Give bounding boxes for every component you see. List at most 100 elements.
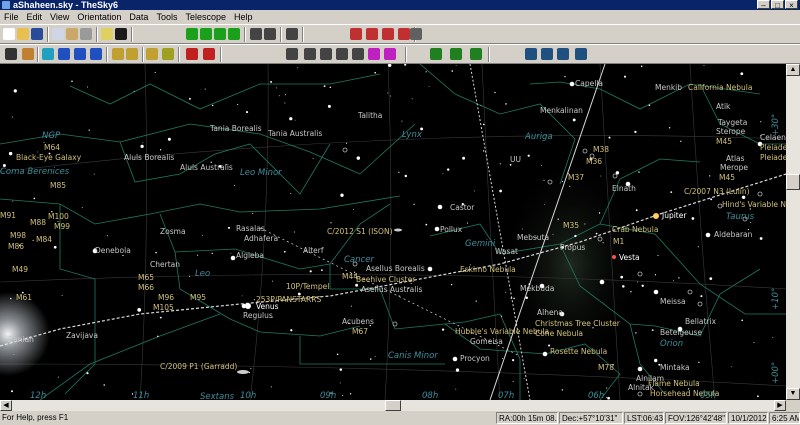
shutter-icon[interactable] [541,48,553,60]
north-icon[interactable] [350,28,362,40]
star [411,98,413,100]
earth-icon[interactable] [42,48,54,60]
galaxy-icon[interactable] [74,48,86,60]
close-button[interactable]: × [785,0,798,10]
arrow-up-icon[interactable] [186,28,198,40]
label-gomeisa: Gomeisa [470,337,503,346]
star-icon[interactable] [58,48,70,60]
toolbar-separator [37,47,39,62]
grid-label-ra05: 05h [700,391,716,400]
telescope-icon[interactable] [186,48,198,60]
star [620,275,624,279]
label-sextans: Sextans [200,392,235,400]
horizontal-scrollbar[interactable]: ◀ ▶ [0,400,786,411]
binoculars-icon[interactable] [286,28,298,40]
toolbar-separator [96,27,98,42]
arrow-down-icon[interactable] [200,28,212,40]
south-icon[interactable] [382,28,394,40]
star [494,91,496,94]
menu-tools[interactable]: Tools [152,12,181,22]
grid-icon[interactable] [320,48,332,60]
time-icon[interactable] [410,28,422,40]
filter-wheel-icon[interactable] [557,48,569,60]
star [466,222,469,224]
info-icon[interactable] [101,28,113,40]
horizontal-scroll-thumb[interactable] [385,400,401,411]
label-crab: Crab Nebula [612,225,658,234]
eyepiece-icon[interactable] [203,48,215,60]
east-icon[interactable] [366,28,378,40]
star [561,389,563,391]
planet-icon[interactable] [22,48,34,60]
zoom-out-icon[interactable] [264,28,276,40]
constellation-icon[interactable] [112,48,124,60]
scroll-right-button[interactable]: ▶ [774,400,786,411]
open-icon[interactable] [17,28,29,40]
dome-icon[interactable] [430,48,442,60]
status-fov: FOV:126°42'48" [665,412,727,424]
label-m98: M98 [10,231,26,240]
bright-star [599,279,605,285]
new-icon[interactable] [3,28,15,40]
vertical-scroll-thumb[interactable] [786,174,800,190]
label-m84: M84 [36,235,52,244]
bright-star [437,204,443,210]
star [482,123,485,126]
west-icon[interactable] [398,28,410,40]
menu-telescope[interactable]: Telescope [181,12,230,22]
star [272,280,274,282]
label-icon[interactable] [126,48,138,60]
filter-icon[interactable] [162,48,174,60]
save-icon[interactable] [31,28,43,40]
chart-icon[interactable] [5,48,17,60]
menu-edit[interactable]: Edit [23,12,47,22]
label-m45b: M45 [719,173,735,182]
menu-help[interactable]: Help [230,12,257,22]
star [509,164,512,166]
menu-data[interactable]: Data [125,12,152,22]
label-m78: M78 [598,363,614,372]
cluster-icon[interactable] [90,48,102,60]
arrow-left-icon[interactable] [214,28,226,40]
arrow-right-icon[interactable] [228,28,240,40]
copy-icon[interactable] [52,28,64,40]
mount-icon[interactable] [450,48,462,60]
menu-file[interactable]: File [0,12,23,22]
star [294,119,296,121]
zenith-icon[interactable] [352,48,364,60]
binoculars-icon[interactable] [286,48,298,60]
label-wasat: Wasat [495,247,518,256]
scroll-up-button[interactable]: ▲ [786,64,800,76]
menu-view[interactable]: View [46,12,73,22]
focus-icon[interactable] [470,48,482,60]
label-canis_minor: Canis Minor [388,351,438,361]
find-icon[interactable] [146,48,158,60]
minimize-button[interactable]: – [757,0,770,10]
star [475,300,477,302]
star [276,87,278,89]
star [678,277,680,279]
horizon-icon[interactable] [368,48,380,60]
label-m67: M67 [352,327,368,336]
star [270,80,273,83]
zoom-in-icon[interactable] [250,28,262,40]
bright-star [705,232,711,238]
vertical-scrollbar[interactable]: ▲ ▼ [786,64,800,400]
label-tania_b: Tania Borealis [209,124,262,133]
label-pleiades2: Pleiades [760,153,786,162]
star [527,154,530,157]
print-icon[interactable] [80,28,92,40]
maximize-button[interactable]: □ [771,0,784,10]
scroll-left-button[interactable]: ◀ [0,400,12,411]
autoguide-icon[interactable] [575,48,587,60]
sky-chart[interactable]: Capella Menkib California Nebula Atik Tayget… [0,64,786,400]
target-icon[interactable] [304,48,316,60]
object-icon[interactable] [384,48,396,60]
help-icon[interactable] [115,28,127,40]
x-icon[interactable] [336,48,348,60]
label-rosette: Rosette Nebula [550,347,607,356]
menu-orientation[interactable]: Orientation [73,12,125,22]
scroll-down-button[interactable]: ▼ [786,388,800,400]
paste-icon[interactable] [66,28,78,40]
camera-icon[interactable] [525,48,537,60]
